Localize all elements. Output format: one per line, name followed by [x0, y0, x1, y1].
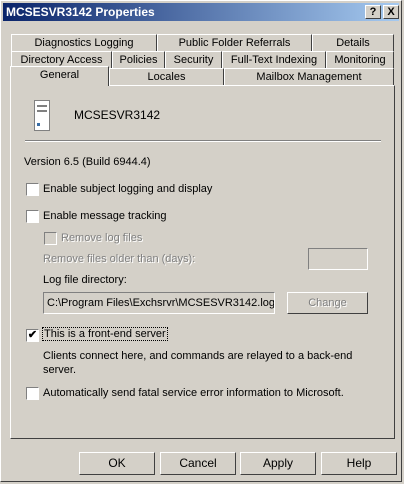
remove-log-files-label: Remove log files	[61, 232, 143, 244]
remove-older-label: Remove files older than (days):	[43, 253, 196, 265]
title-bar: MCSESVR3142 Properties	[3, 3, 399, 21]
subject-logging-label: Enable subject logging and display	[43, 183, 212, 195]
tab-general[interactable]: General	[10, 66, 109, 86]
fatal-error-checkbox[interactable]	[26, 387, 39, 400]
remove-older-input[interactable]	[308, 248, 368, 270]
subject-logging-checkbox[interactable]	[26, 183, 39, 196]
server-name: MCSESVR3142	[74, 108, 161, 122]
general-tab-panel: MCSESVR3142 Version 6.5 (Build 6944.4) E…	[10, 85, 395, 439]
tab-locales[interactable]: Locales	[109, 68, 224, 85]
header-divider	[25, 140, 381, 142]
server-icon	[34, 100, 50, 131]
front-end-description-line1: Clients connect here, and commands are r…	[43, 350, 353, 362]
window-title: MCSESVR3142 Properties	[6, 5, 155, 19]
properties-dialog: MCSESVR3142 Properties ? X Diagnostics L…	[0, 0, 402, 482]
tab-mailbox-management[interactable]: Mailbox Management	[224, 68, 394, 85]
tab-public-folder-referrals[interactable]: Public Folder Referrals	[157, 34, 312, 51]
fatal-error-label: Automatically send fatal service error i…	[43, 387, 344, 399]
tab-monitoring[interactable]: Monitoring	[326, 51, 394, 68]
cancel-button[interactable]: Cancel	[160, 452, 236, 475]
message-tracking-checkbox[interactable]	[26, 210, 39, 223]
front-end-label: This is a front-end server	[42, 327, 168, 341]
apply-button[interactable]: Apply	[240, 452, 316, 475]
front-end-description-line2: server.	[43, 364, 77, 376]
version-text: Version 6.5 (Build 6944.4)	[24, 156, 151, 168]
tab-full-text-indexing[interactable]: Full-Text Indexing	[222, 51, 326, 68]
subject-logging-label-text: Enable subject logging and display	[43, 183, 213, 195]
log-dir-field[interactable]: C:\Program Files\Exchsrvr\MCSESVR3142.lo…	[43, 292, 275, 314]
tab-policies[interactable]: Policies	[112, 51, 165, 68]
tab-details[interactable]: Details	[312, 34, 394, 51]
remove-log-files-checkbox[interactable]	[44, 232, 57, 245]
change-button[interactable]: Change	[287, 292, 368, 314]
tab-diagnostics-logging[interactable]: Diagnostics Logging	[11, 34, 157, 51]
help-icon[interactable]: ?	[365, 5, 381, 19]
message-tracking-label: Enable message tracking	[43, 210, 167, 222]
tab-security[interactable]: Security	[165, 51, 222, 68]
log-dir-label: Log file directory:	[43, 274, 127, 286]
ok-button[interactable]: OK	[79, 452, 155, 475]
front-end-checkbox[interactable]: ✔	[26, 329, 39, 342]
help-button[interactable]: Help	[321, 452, 397, 475]
close-icon[interactable]: X	[383, 5, 399, 19]
